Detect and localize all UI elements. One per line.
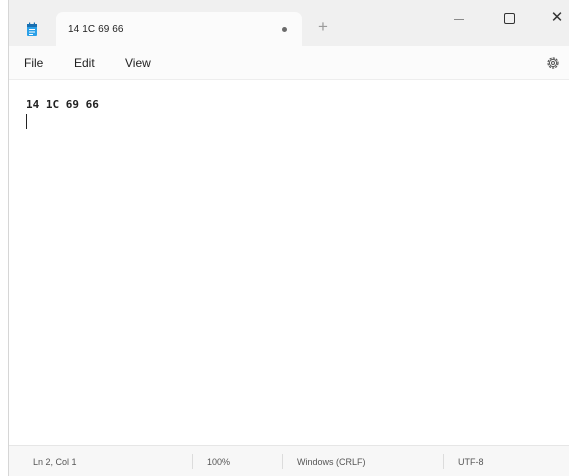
line-ending[interactable]: Windows (CRLF) <box>297 457 366 467</box>
text-editor[interactable]: 14 1C 69 66 <box>9 80 569 445</box>
new-tab-button[interactable]: + <box>313 17 333 37</box>
tab-document[interactable]: 14 1C 69 66 <box>56 12 302 46</box>
notepad-window: 14 1C 69 66 + ✕ File Edit View 14 1C 69 … <box>8 0 569 476</box>
maximize-button[interactable] <box>489 6 529 32</box>
status-divider <box>443 454 444 469</box>
minimize-icon <box>454 19 464 20</box>
tab-title: 14 1C 69 66 <box>68 24 124 35</box>
close-icon: ✕ <box>550 9 564 26</box>
menu-bar: File Edit View <box>9 46 569 80</box>
menu-edit[interactable]: Edit <box>74 56 95 70</box>
text-caret <box>26 114 27 129</box>
title-bar: 14 1C 69 66 + ✕ <box>9 0 569 46</box>
minimize-button[interactable] <box>439 6 479 32</box>
editor-text[interactable]: 14 1C 69 66 <box>26 98 99 111</box>
encoding[interactable]: UTF-8 <box>458 457 484 467</box>
zoom-level[interactable]: 100% <box>207 457 230 467</box>
unsaved-dot-icon[interactable] <box>282 27 287 32</box>
gear-icon[interactable] <box>545 55 561 71</box>
close-button[interactable]: ✕ <box>537 6 569 32</box>
notepad-app-icon <box>27 22 37 36</box>
status-divider <box>192 454 193 469</box>
menu-view[interactable]: View <box>125 56 151 70</box>
status-bar: Ln 2, Col 1 100% Windows (CRLF) UTF-8 <box>9 445 569 476</box>
status-divider <box>282 454 283 469</box>
maximize-icon <box>504 13 515 24</box>
menu-file[interactable]: File <box>24 56 43 70</box>
cursor-position: Ln 2, Col 1 <box>33 457 77 467</box>
